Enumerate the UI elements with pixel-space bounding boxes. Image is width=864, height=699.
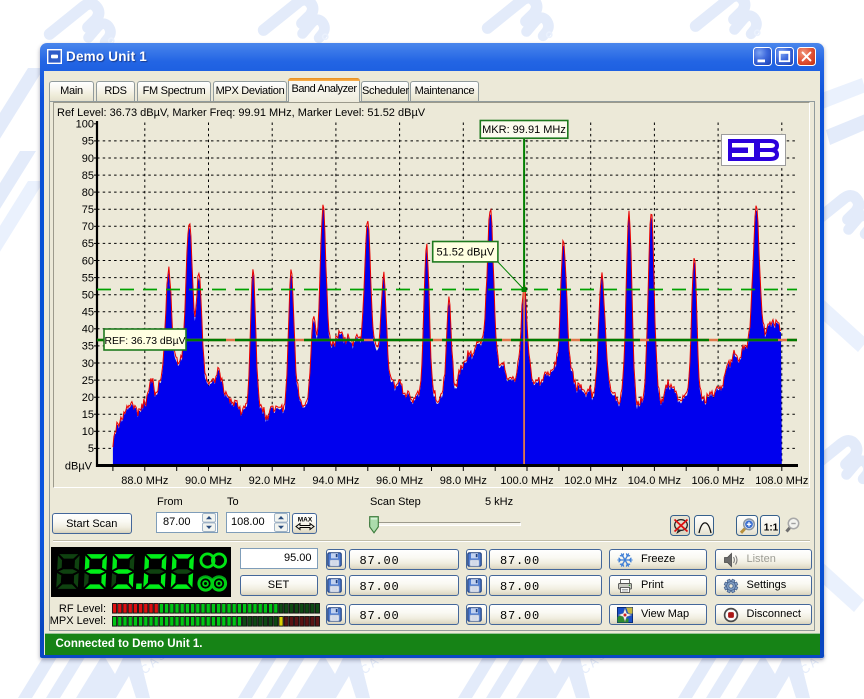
svg-text:100.0 MHz: 100.0 MHz [500, 475, 553, 487]
svg-text:92.0 MHz: 92.0 MHz [249, 475, 296, 487]
svg-text:25: 25 [82, 375, 94, 387]
svg-text:35: 35 [82, 341, 94, 353]
svg-text:MKR: 99.91 MHz: MKR: 99.91 MHz [482, 124, 566, 136]
svg-text:5: 5 [88, 443, 94, 455]
svg-text:15: 15 [82, 409, 94, 421]
svg-text:104.0 MHz: 104.0 MHz [628, 475, 681, 487]
svg-text:85: 85 [82, 170, 94, 182]
svg-text:94.0 MHz: 94.0 MHz [312, 475, 359, 487]
svg-text:Ref Level: 36.73 dBµV, Marker: Ref Level: 36.73 dBµV, Marker Freq: 99.9… [57, 107, 426, 119]
svg-text:65: 65 [82, 238, 94, 250]
svg-text:REF: 36.73 dBµV: REF: 36.73 dBµV [104, 336, 185, 347]
svg-text:95: 95 [82, 136, 94, 148]
svg-text:MAX: MAX [297, 516, 312, 523]
svg-text:90: 90 [82, 153, 94, 165]
svg-text:102.0 MHz: 102.0 MHz [564, 475, 617, 487]
svg-text:70: 70 [82, 221, 94, 233]
svg-text:60: 60 [82, 255, 94, 267]
svg-text:1:1: 1:1 [763, 523, 778, 534]
svg-text:98.0 MHz: 98.0 MHz [440, 475, 487, 487]
svg-text:30: 30 [82, 358, 94, 370]
svg-text:90.0 MHz: 90.0 MHz [185, 475, 232, 487]
svg-text:100: 100 [76, 119, 94, 131]
svg-text:45: 45 [82, 307, 94, 319]
svg-text:20: 20 [82, 392, 94, 404]
svg-text:108.0 MHz: 108.0 MHz [755, 475, 808, 487]
svg-text:80: 80 [82, 187, 94, 199]
svg-text:106.0 MHz: 106.0 MHz [691, 475, 744, 487]
svg-text:51.52 dBµV: 51.52 dBµV [436, 247, 494, 259]
svg-text:88.0 MHz: 88.0 MHz [121, 475, 168, 487]
svg-text:10: 10 [82, 426, 94, 438]
svg-text:40: 40 [82, 324, 94, 336]
svg-text:55: 55 [82, 272, 94, 284]
svg-text:dBµV: dBµV [65, 461, 93, 473]
svg-text:50: 50 [82, 290, 94, 302]
svg-text:96.0 MHz: 96.0 MHz [376, 475, 423, 487]
svg-text:75: 75 [82, 204, 94, 216]
